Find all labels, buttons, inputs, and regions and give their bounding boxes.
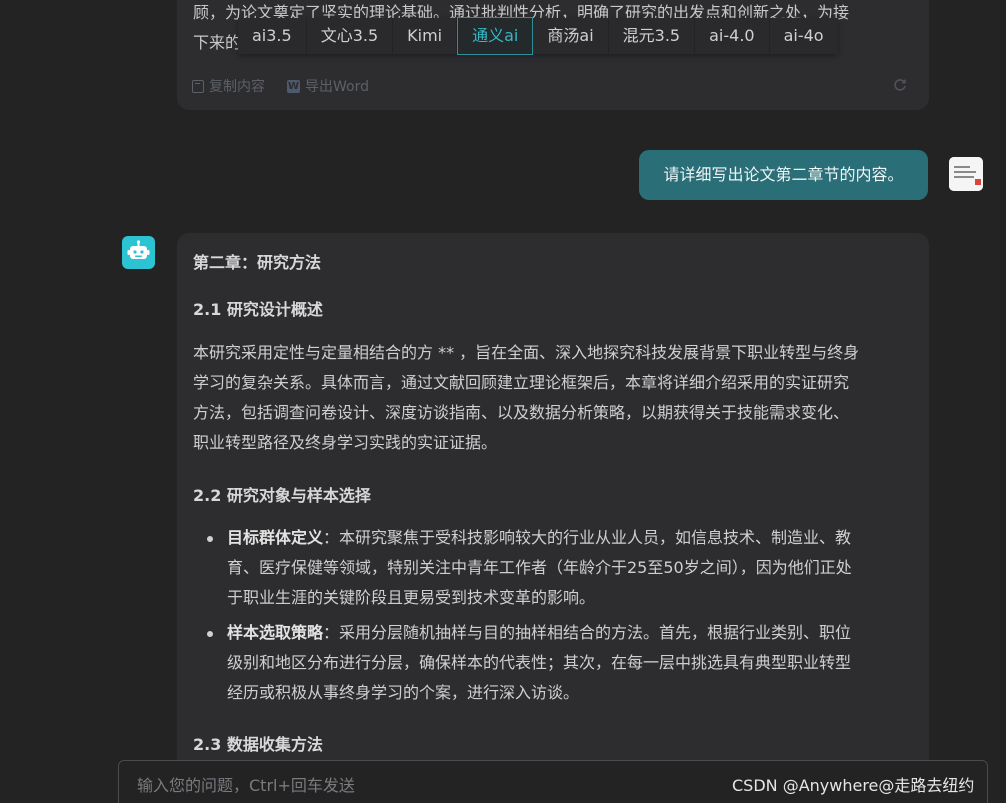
paragraph-line: 本研究采用定性与定量相结合的方 ** ，旨在全面、深入地探究科技发展背景下职业转… [193, 343, 860, 362]
copy-content-button[interactable]: 复制内容 [192, 76, 265, 96]
copy-icon [192, 79, 204, 93]
bullet-line: 于职业生涯的关键阶段且更易受到技术变革的影响。 [227, 588, 596, 607]
bullet-dot [207, 536, 213, 542]
model-tab-hunyuan35[interactable]: 混元3.5 [608, 18, 696, 54]
bullet-line: 样本选取策略：采用分层随机抽样与目的抽样相结合的方法。首先，根据行业类别、职位 [227, 618, 851, 648]
paragraph-line: 学习的复杂关系。具体而言，通过文献回顾建立理论框架后，本章将详细介绍采用的实证研… [193, 373, 850, 392]
export-word-button[interactable]: W 导出Word [287, 76, 369, 96]
model-selector: ai3.5 文心3.5 Kimi 通义ai 商汤ai 混元3.5 ai-4.0 … [238, 17, 838, 55]
model-tab-ai35[interactable]: ai3.5 [238, 18, 307, 54]
model-tab-tongyi[interactable]: 通义ai [457, 17, 534, 55]
paragraph-line: 职业转型路径及终身学习实践的实证证据。 [193, 433, 498, 452]
chat-input[interactable] [135, 769, 719, 801]
word-icon: W [287, 79, 300, 93]
user-avatar[interactable] [949, 157, 983, 191]
section-title: 2.1 研究设计概述 [193, 300, 323, 319]
model-tab-shangtang[interactable]: 商汤ai [533, 18, 609, 54]
refresh-icon[interactable] [893, 78, 907, 92]
section-title: 2.3 数据收集方法 [193, 735, 323, 754]
bullet-line: 目标群体定义：本研究聚焦于受科技影响较大的行业从业人员，如信息技术、制造业、教 [227, 523, 851, 553]
bullet-dot [207, 631, 213, 637]
copy-content-label: 复制内容 [209, 79, 265, 95]
chat-page: 顾，为论文奠定了坚实的理论基础。通过批判性分析，明确了研究的出发点和创新之处，为… [0, 0, 1006, 803]
answer-actions: 复制内容 W 导出Word [192, 76, 369, 96]
user-message-bubble: 请详细写出论文第二章节的内容。 [639, 150, 928, 200]
bullet-label: 目标群体定义 [227, 528, 324, 547]
answer-card: 第二章：研究方法 2.1 研究设计概述 本研究采用定性与定量相结合的方 ** ，… [177, 233, 929, 773]
bullet-line: 级别和地区分布进行分层，确保样本的代表性；其次，在每一层中挑选具有典型职业转型 [227, 653, 852, 672]
csdn-watermark: CSDN @Anywhere@走路去纽约 [732, 776, 975, 795]
bullet-text: ：采用分层随机抽样与目的抽样相结合的方法。首先，根据行业类别、职位 [323, 623, 852, 642]
bullet-text: ：本研究聚焦于受科技影响较大的行业从业人员，如信息技术、制造业、教 [323, 528, 852, 547]
bullet-line: 经历或积极从事终身学习的个案，进行深入访谈。 [227, 683, 580, 702]
model-tab-ai4o[interactable]: ai-4o [769, 18, 838, 54]
bullet-line: 育、医疗保健等领域，特别关注中青年工作者（年龄介于25至50岁之间），因为他们正… [227, 558, 852, 577]
bullet-label: 样本选取策略 [227, 623, 324, 642]
export-word-label: 导出Word [305, 79, 369, 95]
section-title: 2.2 研究对象与样本选择 [193, 486, 371, 505]
chapter-title: 第二章：研究方法 [193, 253, 322, 272]
model-tab-ai40[interactable]: ai-4.0 [695, 18, 770, 54]
paragraph-line: 方法，包括调查问卷设计、深度访谈指南、以及数据分析策略，以期获得关于技能需求变化… [193, 403, 850, 422]
bot-avatar [122, 236, 155, 269]
model-tab-kimi[interactable]: Kimi [393, 18, 458, 54]
user-avatar-image [949, 157, 983, 191]
model-tab-wenxin35[interactable]: 文心3.5 [306, 18, 394, 54]
robot-icon [127, 240, 150, 259]
